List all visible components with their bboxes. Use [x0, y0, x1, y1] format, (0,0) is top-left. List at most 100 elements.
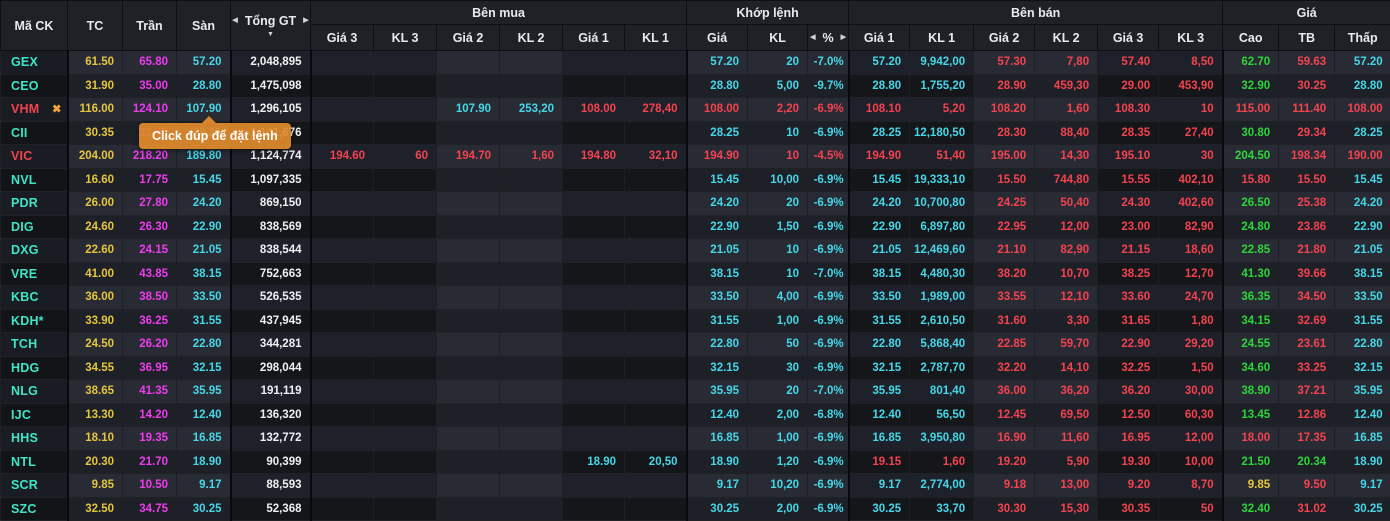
cell-low[interactable]: 22.80	[1335, 333, 1390, 357]
cell-match-vol[interactable]: 20	[748, 192, 808, 216]
cell-buy-price-3[interactable]	[311, 474, 374, 498]
cell-sell-vol-1[interactable]: 33,70	[910, 497, 974, 521]
cell-avg[interactable]: 23.61	[1279, 333, 1335, 357]
cell-sell-vol-1[interactable]: 51,40	[910, 145, 974, 169]
cell-high[interactable]: 32.40	[1223, 497, 1279, 521]
cell-floor-price[interactable]: 57.20	[177, 51, 231, 75]
cell-low[interactable]: 30.25	[1335, 497, 1390, 521]
stock-row[interactable]: GEX61.5065.8057.202,048,89557.2020-7.0%5…	[1, 51, 1390, 75]
cell-stock-code[interactable]: KDH*	[1, 309, 68, 333]
cell-floor-price[interactable]: 32.15	[177, 356, 231, 380]
cell-buy-vol-3[interactable]	[374, 192, 437, 216]
cell-match-vol[interactable]: 20	[748, 380, 808, 404]
cell-sell-vol-2[interactable]: 82,90	[1035, 239, 1098, 263]
cell-match-price[interactable]: 28.80	[687, 74, 748, 98]
stock-row[interactable]: HHS18.1019.3516.85132,77216.851,00-6.9%1…	[1, 427, 1390, 451]
cell-low[interactable]: 32.15	[1335, 356, 1390, 380]
cell-floor-price[interactable]: 12.40	[177, 403, 231, 427]
cell-buy-vol-3[interactable]	[374, 168, 437, 192]
cell-floor-price[interactable]: 9.17	[177, 474, 231, 498]
cell-sell-price-2[interactable]: 22.95	[974, 215, 1035, 239]
cell-sell-price-1[interactable]: 33.50	[849, 286, 910, 310]
prev-column-icon[interactable]: ◀	[232, 17, 237, 24]
cell-ref-price[interactable]: 24.50	[68, 333, 123, 357]
next-column-icon[interactable]: ▶	[303, 17, 308, 24]
cell-high[interactable]: 34.60	[1223, 356, 1279, 380]
col-header-buy-vol2[interactable]: KL 2	[500, 25, 563, 51]
col-header-floor[interactable]: Sàn	[177, 1, 231, 51]
cell-sell-price-1[interactable]: 19.15	[849, 450, 910, 474]
cell-buy-vol-3[interactable]	[374, 380, 437, 404]
cell-match-pct[interactable]: -9.7%	[808, 74, 849, 98]
cell-sell-price-1[interactable]: 57.20	[849, 51, 910, 75]
cell-ceiling-price[interactable]: 10.50	[123, 474, 177, 498]
cell-floor-price[interactable]: 22.80	[177, 333, 231, 357]
col-header-high[interactable]: Cao	[1223, 25, 1279, 51]
cell-buy-price-2[interactable]	[437, 309, 500, 333]
cell-match-price[interactable]: 35.95	[687, 380, 748, 404]
cell-sell-vol-2[interactable]: 1,60	[1035, 98, 1098, 122]
cell-low[interactable]: 18.90	[1335, 450, 1390, 474]
cell-sell-vol-3[interactable]: 29,20	[1159, 333, 1223, 357]
cell-buy-price-3[interactable]	[311, 286, 374, 310]
cell-buy-vol-2[interactable]	[500, 356, 563, 380]
cell-buy-vol-2[interactable]	[500, 121, 563, 145]
cell-match-price[interactable]: 38.15	[687, 262, 748, 286]
col-header-sell-price1[interactable]: Giá 1	[849, 25, 910, 51]
cell-match-vol[interactable]: 30	[748, 356, 808, 380]
cell-buy-price-3[interactable]	[311, 427, 374, 451]
cell-sell-price-2[interactable]: 195.00	[974, 145, 1035, 169]
cell-sell-price-2[interactable]: 57.30	[974, 51, 1035, 75]
cell-buy-price-3[interactable]	[311, 192, 374, 216]
cell-match-pct[interactable]: -6.9%	[808, 356, 849, 380]
cell-low[interactable]: 57.20	[1335, 51, 1390, 75]
cell-low[interactable]: 22.90	[1335, 215, 1390, 239]
cell-high[interactable]: 32.90	[1223, 74, 1279, 98]
cell-buy-vol-1[interactable]	[625, 286, 687, 310]
cell-total-value[interactable]: 1,475,098	[231, 74, 311, 98]
cell-total-value[interactable]: 191,119	[231, 380, 311, 404]
cell-sell-vol-2[interactable]: 88,40	[1035, 121, 1098, 145]
cell-sell-vol-1[interactable]: 1,989,00	[910, 286, 974, 310]
cell-sell-price-3[interactable]: 15.55	[1098, 168, 1159, 192]
cell-sell-price-3[interactable]: 24.30	[1098, 192, 1159, 216]
col-header-stock-code[interactable]: Mã CK	[1, 1, 68, 51]
cell-sell-price-3[interactable]: 19.30	[1098, 450, 1159, 474]
cell-buy-vol-2[interactable]	[500, 427, 563, 451]
cell-stock-code[interactable]: DIG	[1, 215, 68, 239]
cell-sell-price-2[interactable]: 38.20	[974, 262, 1035, 286]
cell-ceiling-price[interactable]: 124.10	[123, 98, 177, 122]
cell-low[interactable]: 15.45	[1335, 168, 1390, 192]
cell-sell-price-2[interactable]: 31.60	[974, 309, 1035, 333]
col-header-buy-price1[interactable]: Giá 1	[563, 25, 625, 51]
cell-buy-price-2[interactable]: 194.70	[437, 145, 500, 169]
cell-ref-price[interactable]: 116.00	[68, 98, 123, 122]
cell-match-pct[interactable]: -6.9%	[808, 309, 849, 333]
cell-sell-price-1[interactable]: 28.80	[849, 74, 910, 98]
cell-match-pct[interactable]: -6.9%	[808, 215, 849, 239]
cell-buy-vol-3[interactable]	[374, 333, 437, 357]
cell-total-value[interactable]: 752,663	[231, 262, 311, 286]
cell-low[interactable]: 12.40	[1335, 403, 1390, 427]
cell-buy-vol-2[interactable]	[500, 286, 563, 310]
col-header-sell-price3[interactable]: Giá 3	[1098, 25, 1159, 51]
cell-total-value[interactable]: 88,593	[231, 474, 311, 498]
cell-buy-vol-1[interactable]: 278,40	[625, 98, 687, 122]
cell-match-price[interactable]: 57.20	[687, 51, 748, 75]
cell-total-value[interactable]: 298,044	[231, 356, 311, 380]
cell-total-value[interactable]: 52,368	[231, 497, 311, 521]
cell-match-pct[interactable]: -6.9%	[808, 168, 849, 192]
cell-sell-price-3[interactable]: 28.35	[1098, 121, 1159, 145]
cell-buy-price-2[interactable]: 107.90	[437, 98, 500, 122]
cell-buy-vol-2[interactable]	[500, 215, 563, 239]
cell-buy-price-1[interactable]	[563, 192, 625, 216]
cell-floor-price[interactable]: 38.15	[177, 262, 231, 286]
cell-stock-code[interactable]: NLG	[1, 380, 68, 404]
cell-sell-price-3[interactable]: 16.95	[1098, 427, 1159, 451]
cell-buy-vol-1[interactable]	[625, 215, 687, 239]
col-header-match-price[interactable]: Giá	[687, 25, 748, 51]
cell-match-vol[interactable]: 1,50	[748, 215, 808, 239]
cell-sell-vol-3[interactable]: 402,60	[1159, 192, 1223, 216]
cell-buy-price-1[interactable]	[563, 168, 625, 192]
cell-match-vol[interactable]: 10	[748, 239, 808, 263]
